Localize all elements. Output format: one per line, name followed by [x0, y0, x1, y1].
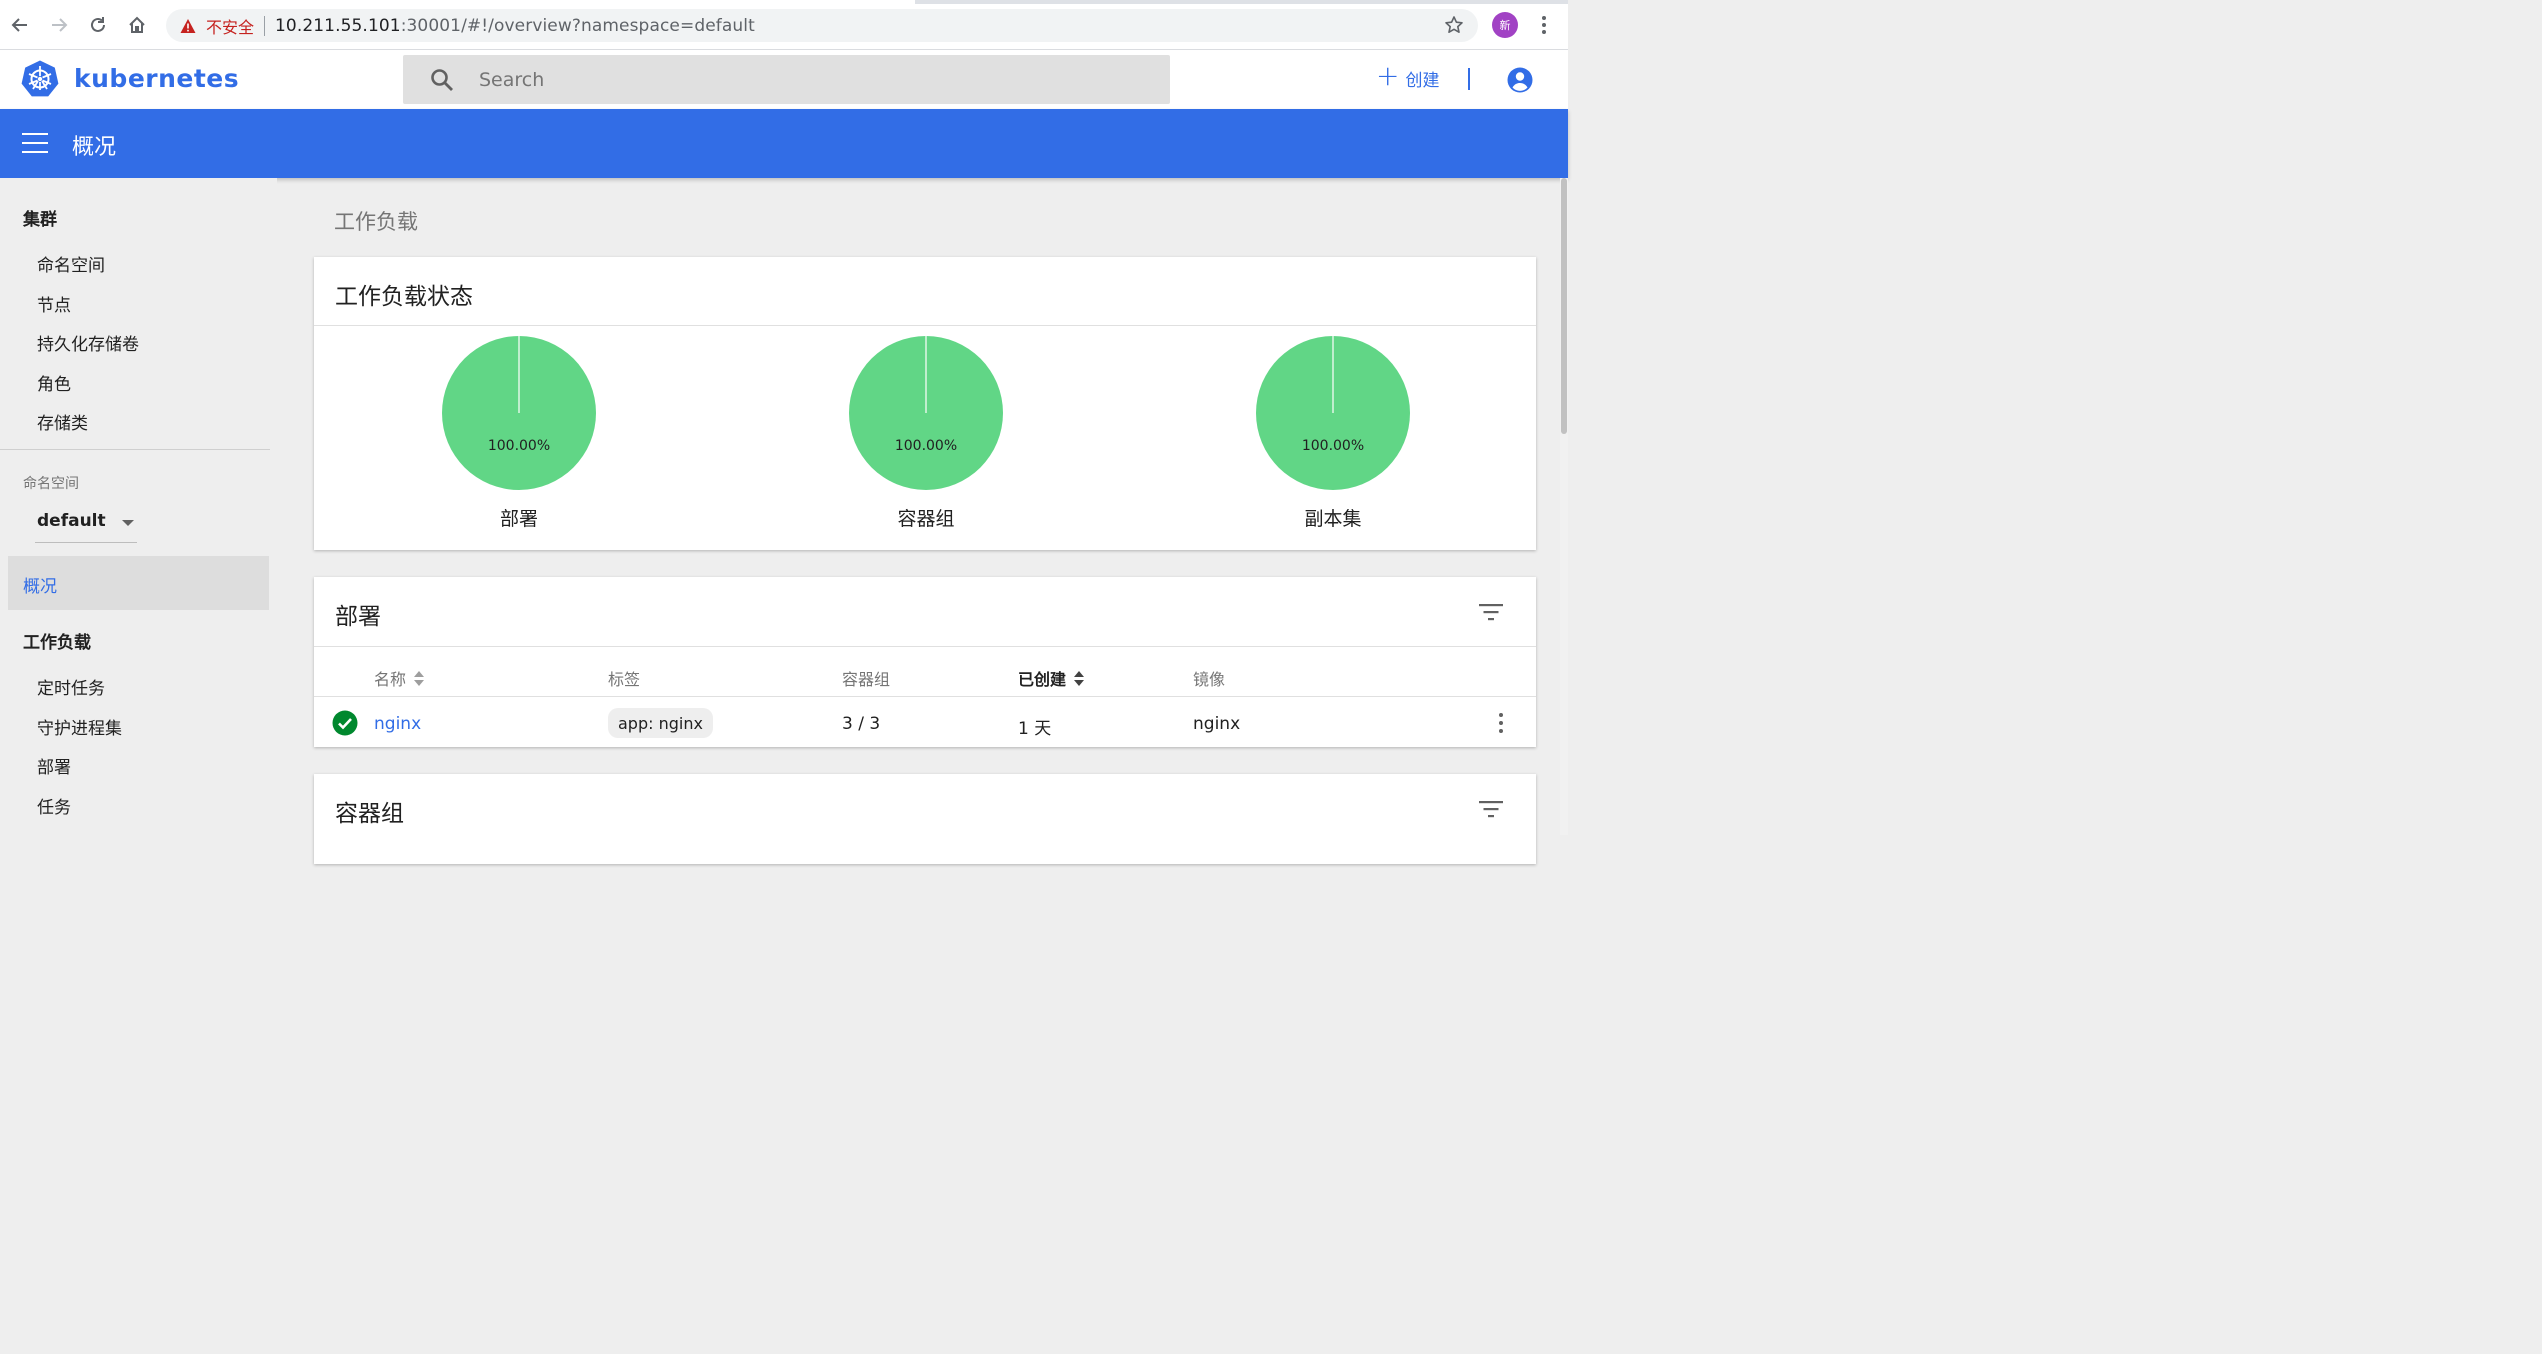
row-actions-menu-icon[interactable] [1498, 713, 1504, 733]
url-text[interactable]: 10.211.55.101:30001/#!/overview?namespac… [275, 16, 755, 36]
card-title: 工作负载状态 [335, 284, 473, 310]
column-header-label: 标签 [608, 670, 641, 689]
search-icon [431, 68, 453, 91]
app-header: kubernetes + 创建 [0, 50, 1568, 109]
sidebar-divider [0, 449, 270, 450]
pie-percent-label: 100.00% [487, 438, 551, 454]
scrollbar-thumb[interactable] [1561, 178, 1567, 434]
pie-percent-label: 100.00% [894, 438, 958, 454]
namespace-label: 命名空间 [23, 476, 79, 492]
tab-strip [0, 0, 1568, 4]
sidebar-item-roles[interactable]: 角色 [37, 370, 71, 395]
sidebar-item-overview[interactable]: 概况 [8, 556, 269, 610]
column-header-created[interactable]: 已创建 [1018, 666, 1085, 690]
column-header-label: 镜像 [1193, 670, 1226, 689]
deployment-created: 1 天 [1018, 719, 1052, 739]
pie-svg [442, 336, 596, 490]
sidebar-item-overview-label: 概况 [23, 577, 57, 597]
sidebar-item-storage-classes[interactable]: 存储类 [37, 409, 88, 434]
back-icon[interactable] [7, 12, 33, 38]
scrollbar[interactable] [1560, 178, 1568, 835]
reload-icon[interactable] [85, 12, 111, 38]
insecure-label[interactable]: 不安全 [206, 14, 254, 38]
pie-svg [1256, 336, 1410, 490]
bookmark-star-icon[interactable] [1444, 15, 1464, 35]
url-host: 10.211.55.101 [275, 15, 401, 36]
create-button[interactable]: + 创建 [1376, 62, 1439, 94]
sidebar-item-deployments[interactable]: 部署 [37, 753, 71, 778]
active-tab[interactable] [0, 0, 915, 4]
deployment-pods: 3 / 3 [842, 714, 881, 734]
filter-icon[interactable] [1479, 800, 1503, 818]
deployment-image: nginx [1193, 714, 1241, 734]
card-divider [314, 325, 1536, 326]
brand-name[interactable]: kubernetes [74, 64, 239, 93]
sidebar: 集群 命名空间 节点 持久化存储卷 角色 存储类 命名空间 default 概况… [0, 178, 277, 835]
title-bar: 概况 [0, 109, 1568, 178]
column-header-labels: 标签 [608, 666, 640, 690]
kubernetes-logo-icon[interactable] [21, 59, 59, 97]
pods-card: 容器组 [314, 774, 1536, 864]
sidebar-item-namespaces[interactable]: 命名空间 [37, 251, 105, 276]
section-label-workloads: 工作负载 [334, 210, 418, 234]
address-bar[interactable]: 不安全 10.211.55.101:30001/#!/overview?name… [166, 9, 1478, 42]
workload-status-card: 工作负载状态 100.00% 部署 100.00% 容器组 100.00% 副本… [314, 257, 1536, 550]
address-separator [264, 15, 266, 36]
account-circle-icon[interactable] [1506, 66, 1534, 94]
create-label: 创建 [1405, 70, 1440, 91]
sidebar-heading-cluster[interactable]: 集群 [23, 205, 57, 230]
deployment-name-link[interactable]: nginx [374, 714, 421, 734]
sidebar-item-daemonsets[interactable]: 守护进程集 [37, 714, 122, 739]
card-title: 容器组 [335, 801, 404, 827]
label-chip: app: nginx [608, 708, 713, 738]
column-header-label: 已创建 [1018, 670, 1067, 689]
column-header-pods: 容器组 [842, 666, 890, 690]
filter-icon[interactable] [1479, 603, 1503, 621]
url-path: :30001/#!/overview?namespace=default [400, 15, 755, 36]
sidebar-item-cronjobs[interactable]: 定时任务 [37, 674, 105, 699]
pie-chart-deployments[interactable]: 100.00% [441, 335, 597, 491]
namespace-select[interactable]: default [35, 503, 137, 543]
column-header-images: 镜像 [1193, 666, 1225, 690]
column-header-label: 名称 [374, 670, 407, 689]
namespace-value: default [37, 511, 106, 531]
caret-down-icon [122, 520, 134, 526]
sort-icon[interactable] [414, 670, 425, 686]
sidebar-item-persistent-volumes[interactable]: 持久化存储卷 [37, 330, 139, 355]
sidebar-item-jobs[interactable]: 任务 [37, 793, 71, 818]
search-input[interactable] [479, 68, 1079, 91]
column-header-name[interactable]: 名称 [374, 666, 425, 690]
forward-icon[interactable] [46, 12, 72, 38]
browser-chrome: 不安全 10.211.55.101:30001/#!/overview?name… [0, 0, 1568, 50]
pie-name-deployments: 部署 [499, 508, 538, 530]
profile-avatar[interactable]: 新 [1492, 12, 1518, 38]
card-divider [314, 646, 1536, 647]
sort-icon[interactable] [1074, 670, 1085, 686]
pie-svg [849, 336, 1003, 490]
pie-chart-replicasets[interactable]: 100.00% [1255, 335, 1411, 491]
pie-percent-label: 100.00% [1301, 438, 1365, 454]
pie-name-pods: 容器组 [897, 508, 955, 530]
pie-name-replicasets: 副本集 [1304, 508, 1362, 530]
card-title: 部署 [335, 604, 381, 630]
deployments-card: 部署 名称 标签 容器组 已创建 镜像 nginx app: nginx 3 /… [314, 577, 1536, 747]
warning-icon [180, 18, 196, 33]
browser-menu-icon[interactable] [1536, 13, 1552, 37]
row-divider [314, 696, 1536, 697]
header-divider [1468, 68, 1470, 90]
search-bar[interactable] [403, 55, 1170, 104]
sidebar-item-nodes[interactable]: 节点 [37, 291, 71, 316]
home-icon[interactable] [124, 12, 150, 38]
pie-chart-pods[interactable]: 100.00% [848, 335, 1004, 491]
sidebar-heading-workloads[interactable]: 工作负载 [23, 628, 91, 653]
page-title: 概况 [72, 135, 117, 160]
check-circle-icon [332, 710, 358, 736]
plus-icon: + [1376, 59, 1400, 92]
column-header-label: 容器组 [842, 670, 891, 689]
menu-icon[interactable] [22, 133, 48, 153]
